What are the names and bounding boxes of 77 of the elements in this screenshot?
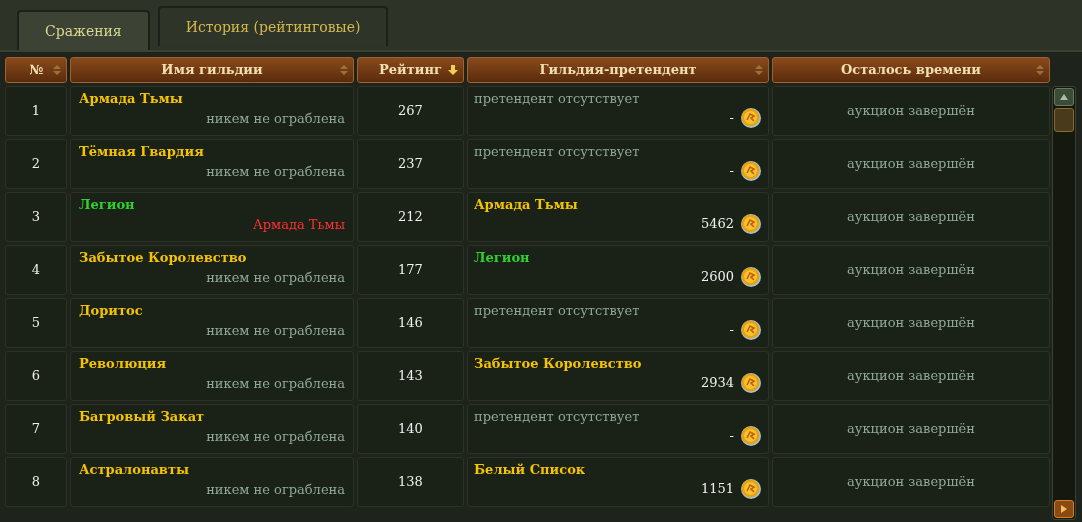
guild-name: Астралонавты xyxy=(79,461,189,479)
tab[interactable]: Сражения xyxy=(17,10,150,50)
rank-cell: 4 xyxy=(5,245,67,295)
column-header[interactable]: Осталось времени xyxy=(772,57,1050,83)
guild-name: Армада Тьмы xyxy=(79,90,183,108)
rating-cell: 146 xyxy=(357,298,464,348)
no-challenger-text: претендент отсутствует xyxy=(474,90,640,108)
time-left-cell: аукцион завершён xyxy=(772,404,1050,454)
column-header[interactable]: Рейтинг xyxy=(357,57,464,83)
robbed-by-text: никем не ограблена xyxy=(206,109,345,128)
bid-amount: - xyxy=(729,161,734,180)
guild-name: Забытое Королевство xyxy=(79,249,247,267)
no-challenger-text: претендент отсутствует xyxy=(474,143,640,161)
bid-amount: 5462 xyxy=(700,214,734,233)
coin-icon xyxy=(740,212,762,235)
bid-amount: 1151 xyxy=(700,479,734,498)
time-left-cell: аукцион завершён xyxy=(772,351,1050,401)
rank-cell: 7 xyxy=(5,404,67,454)
robbed-by-text: никем не ограблена xyxy=(206,162,345,181)
guild-name: Революция xyxy=(79,355,167,373)
rank-cell: 8 xyxy=(5,457,67,507)
coin-icon xyxy=(740,318,762,341)
rating-cell: 138 xyxy=(357,457,464,507)
bid-amount: 2600 xyxy=(700,267,734,286)
coin-icon xyxy=(740,106,762,129)
challenger-name: Легион xyxy=(474,249,530,267)
robbed-by-text: никем не ограблена xyxy=(206,374,345,393)
scroll-down-button[interactable] xyxy=(1054,500,1074,518)
bid-amount: - xyxy=(729,320,734,339)
caret-right-icon xyxy=(1060,504,1068,514)
no-challenger-text: претендент отсутствует xyxy=(474,408,640,426)
rating-cell: 140 xyxy=(357,404,464,454)
rank-cell: 5 xyxy=(5,298,67,348)
coin-icon xyxy=(740,477,762,500)
rank-cell: 2 xyxy=(5,139,67,189)
column-header[interactable]: Имя гильдии xyxy=(70,57,354,83)
caret-up-icon xyxy=(1059,93,1069,101)
robbed-by-text: Армада Тьмы xyxy=(252,215,345,234)
guild-name: Доритос xyxy=(79,302,143,320)
scrollbar[interactable] xyxy=(1052,86,1076,520)
rating-cell: 237 xyxy=(357,139,464,189)
challenger-name: Армада Тьмы xyxy=(474,196,578,214)
guild-name: Тёмная Гвардия xyxy=(79,143,204,161)
time-left-cell: аукцион завершён xyxy=(772,86,1050,136)
robbed-by-text: никем не ограблена xyxy=(206,268,345,287)
coin-icon xyxy=(740,265,762,288)
scroll-up-button[interactable] xyxy=(1054,88,1074,106)
time-left-cell: аукцион завершён xyxy=(772,139,1050,189)
column-header[interactable]: № xyxy=(5,57,67,83)
time-left-cell: аукцион завершён xyxy=(772,457,1050,507)
robbed-by-text: никем не ограблена xyxy=(206,480,345,499)
column-header[interactable]: Гильдия-претендент xyxy=(467,57,769,83)
time-left-cell: аукцион завершён xyxy=(772,245,1050,295)
bid-amount: 2934 xyxy=(700,373,734,392)
guild-name: Легион xyxy=(79,196,135,214)
coin-icon xyxy=(740,424,762,447)
guild-name: Багровый Закат xyxy=(79,408,205,426)
coin-icon xyxy=(740,159,762,182)
robbed-by-text: никем не ограблена xyxy=(206,427,345,446)
no-challenger-text: претендент отсутствует xyxy=(474,302,640,320)
rating-cell: 177 xyxy=(357,245,464,295)
time-left-cell: аукцион завершён xyxy=(772,192,1050,242)
rating-cell: 143 xyxy=(357,351,464,401)
rating-cell: 267 xyxy=(357,86,464,136)
coin-icon xyxy=(740,371,762,394)
rank-cell: 3 xyxy=(5,192,67,242)
bid-amount: - xyxy=(729,108,734,127)
rank-cell: 6 xyxy=(5,351,67,401)
tab[interactable]: История (рейтинговые) xyxy=(157,6,389,46)
challenger-name: Белый Список xyxy=(474,461,586,479)
scroll-thumb[interactable] xyxy=(1054,108,1074,132)
robbed-by-text: никем не ограблена xyxy=(206,321,345,340)
rating-cell: 212 xyxy=(357,192,464,242)
challenger-name: Забытое Королевство xyxy=(474,355,642,373)
time-left-cell: аукцион завершён xyxy=(772,298,1050,348)
rank-cell: 1 xyxy=(5,86,67,136)
bid-amount: - xyxy=(729,426,734,445)
